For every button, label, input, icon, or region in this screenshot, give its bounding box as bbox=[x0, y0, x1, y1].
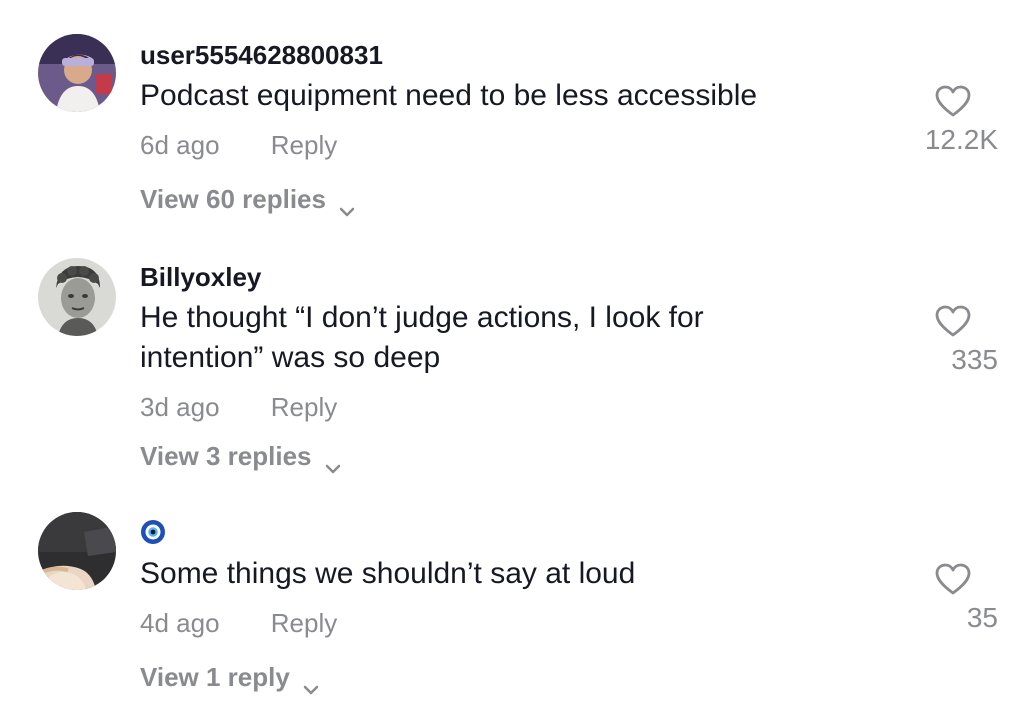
reply-button[interactable]: Reply bbox=[271, 608, 337, 638]
comment-text: Some things we shouldn’t say at loud bbox=[140, 557, 636, 590]
avatar[interactable] bbox=[38, 512, 116, 590]
view-replies-label: View 1 reply bbox=[140, 662, 290, 692]
nazar-eye-icon[interactable] bbox=[140, 519, 166, 545]
chevron-down-icon bbox=[302, 672, 320, 694]
view-replies-button[interactable]: View 1 reply bbox=[140, 662, 320, 694]
comment-time: 4d ago bbox=[140, 608, 220, 638]
heart-icon[interactable] bbox=[934, 562, 972, 596]
comment-item: Some things we shouldn’t say at loud 4d … bbox=[0, 0, 1024, 727]
like-section: 35 bbox=[908, 562, 998, 634]
like-count: 35 bbox=[966, 602, 998, 633]
comment-meta: 4d ago Reply bbox=[140, 608, 337, 639]
